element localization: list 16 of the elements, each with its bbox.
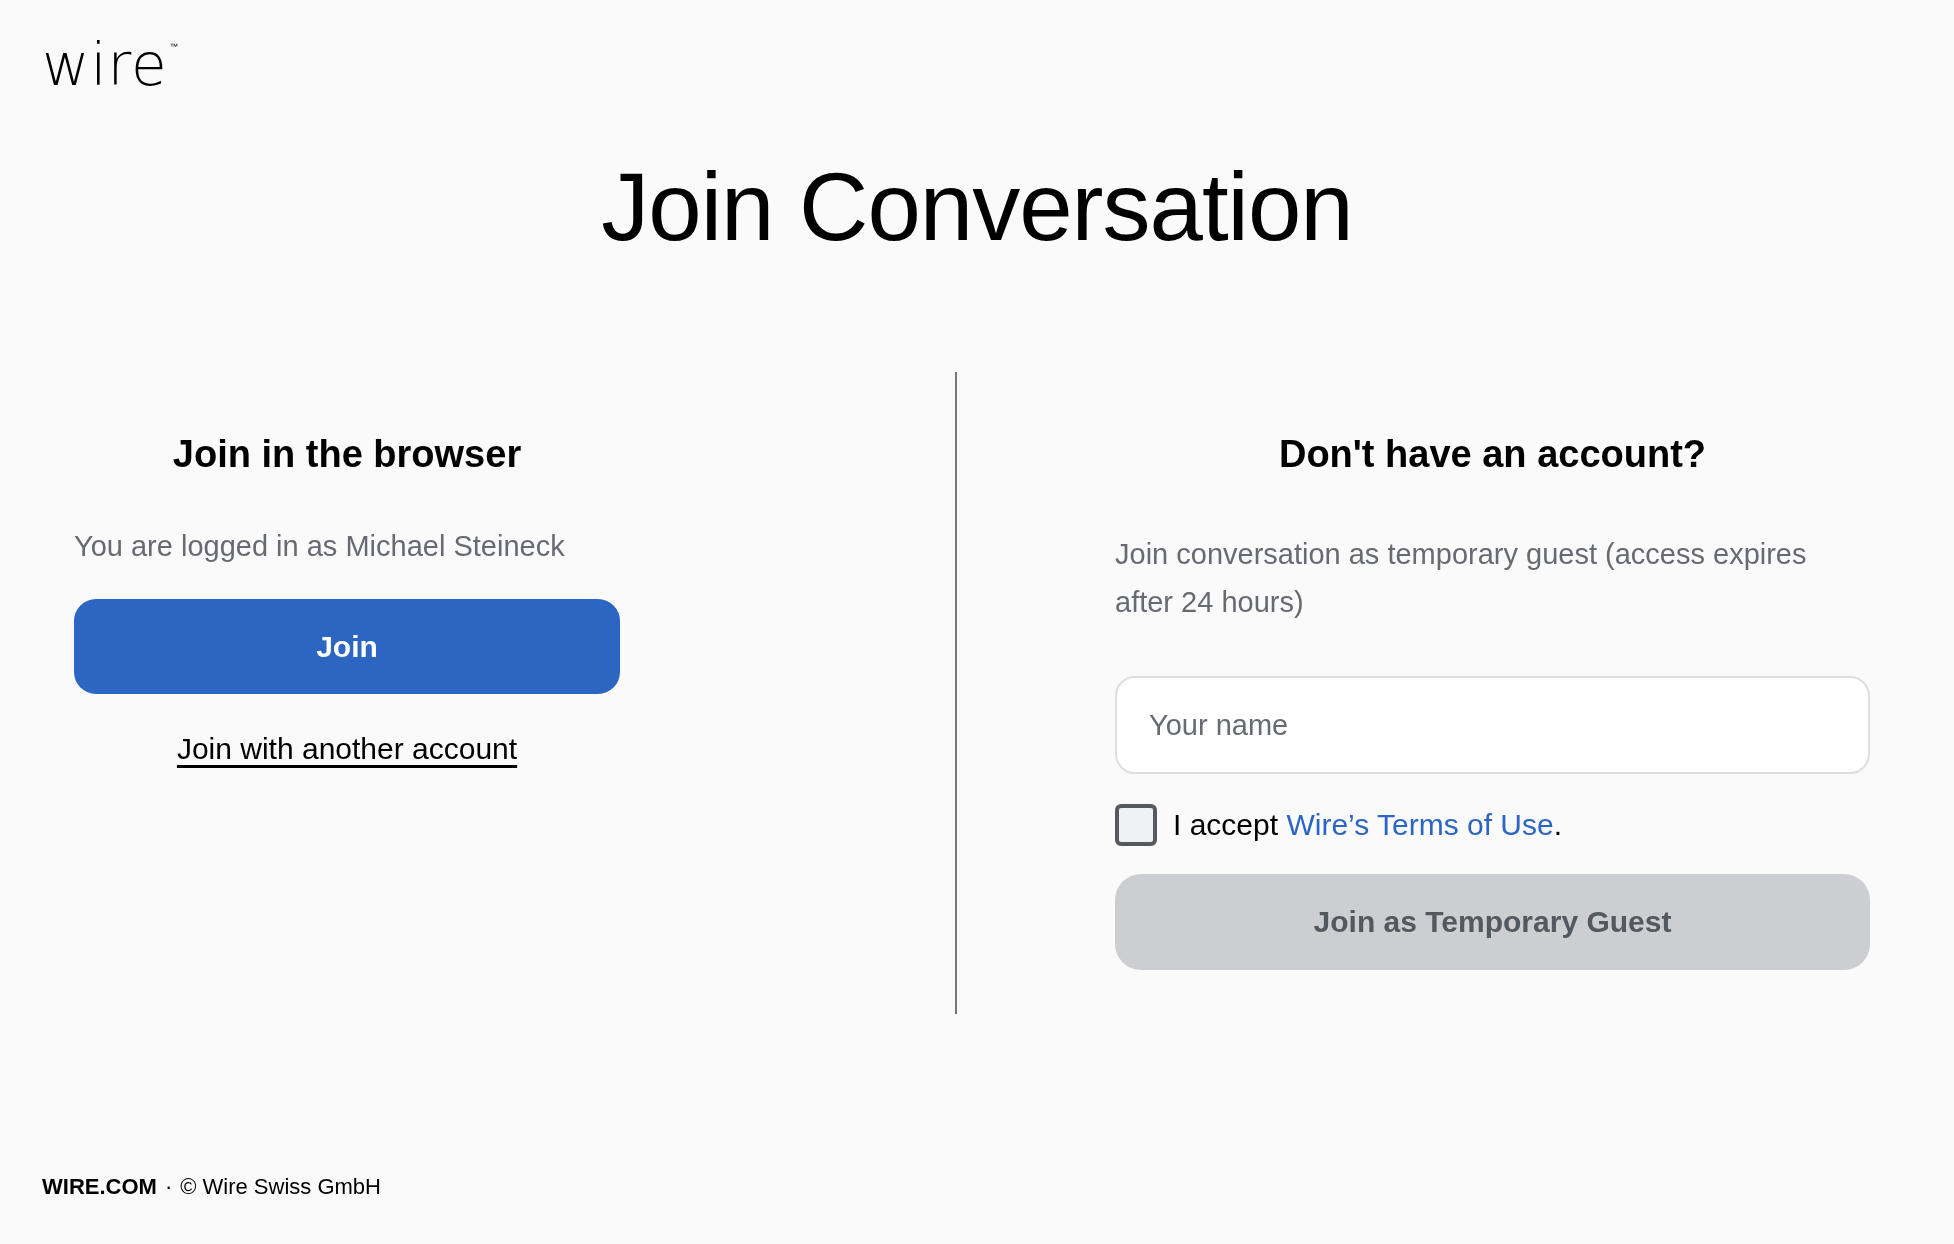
separator: · [164,1174,173,1200]
terms-link[interactable]: Wire’s Terms of Use [1286,808,1554,841]
copyright: © Wire Swiss GmbH [180,1174,381,1200]
site-link[interactable]: WIRE.COM [42,1174,157,1200]
guest-description: Join conversation as temporary guest (access expires after 24 hours) [1115,537,1808,620]
login-status: You are logged in as Michael Steineck [74,530,565,563]
trademark: ™ [169,42,178,52]
wire-logo: wire [42,42,168,88]
terms-label: I accept Wire’s Terms of Use. [1173,808,1563,842]
section-heading: Don't have an account? [1277,432,1708,476]
name-field[interactable]: Your name [1115,676,1870,774]
join-button[interactable]: Join [74,599,620,694]
terms-checkbox[interactable] [1115,804,1157,846]
another-account-link[interactable]: Join with another account [176,732,518,766]
section-heading: Join in the browser [172,432,522,476]
page-title: Join Conversation [600,152,1354,262]
